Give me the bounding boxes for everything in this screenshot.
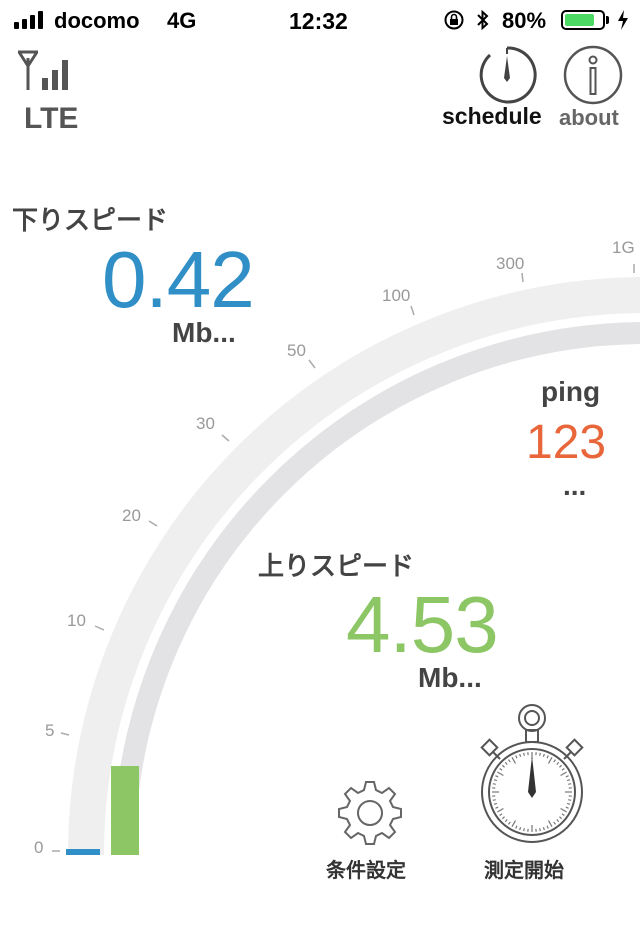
stopwatch-tick — [501, 764, 505, 768]
stopwatch-tick — [499, 768, 503, 771]
stopwatch-tick — [561, 768, 565, 771]
stopwatch-tick — [495, 775, 499, 778]
stopwatch-tick — [559, 764, 563, 768]
stopwatch-tick — [559, 816, 563, 820]
stopwatch-tick — [501, 816, 505, 820]
gauge-tick-label: 5 — [45, 721, 55, 740]
gauge-tick-label: 0 — [34, 838, 44, 857]
gauge-tick-label: 50 — [287, 341, 306, 360]
settings-button[interactable]: 条件設定 — [318, 772, 422, 884]
stopwatch-tick — [568, 783, 572, 785]
stopwatch-tick — [542, 827, 545, 831]
stopwatch-tick — [553, 759, 556, 763]
gauge-tick-label: 300 — [496, 254, 525, 273]
gauge-tick-label: 20 — [122, 506, 141, 525]
stopwatch-tick — [547, 820, 553, 827]
stopwatch-tick — [523, 828, 525, 832]
stopwatch-tick — [547, 757, 553, 764]
stopwatch-tick — [539, 828, 541, 832]
gear-icon — [338, 781, 402, 845]
stopwatch-tick — [499, 813, 503, 816]
upload-speed-value: 4.53 — [346, 580, 499, 669]
download-gauge-fill — [66, 849, 100, 855]
stopwatch-tick — [523, 752, 525, 756]
stopwatch-tick — [504, 819, 508, 823]
download-speed-value: 0.42 — [102, 235, 255, 324]
stopwatch-tick — [511, 820, 517, 827]
stopwatch-tick — [546, 825, 549, 829]
stopwatch-tick — [567, 779, 571, 782]
start-measurement-label: 測定開始 — [484, 860, 564, 882]
stopwatch-tick — [508, 821, 511, 825]
stopwatch-tick — [493, 779, 497, 782]
stopwatch-tick — [556, 819, 560, 823]
gauge-tick-label: 1G — [612, 238, 635, 257]
stopwatch-tick — [497, 807, 504, 813]
gauge-tick-label: 30 — [196, 414, 215, 433]
stopwatch-tick — [539, 752, 541, 756]
upload-unit: Mb... — [418, 662, 482, 693]
settings-label: 条件設定 — [326, 860, 406, 882]
gauge-tick-label: 100 — [382, 286, 411, 305]
stopwatch-tick — [492, 783, 496, 785]
stopwatch-tick — [561, 813, 565, 816]
stopwatch-tick — [508, 759, 511, 763]
ping-label: ping — [541, 376, 601, 407]
stopwatch-tick — [519, 827, 522, 831]
stopwatch-tick — [567, 802, 571, 805]
stopwatch-tick — [565, 775, 569, 778]
download-label: 下りスピード — [12, 205, 169, 235]
stopwatch-tick — [568, 799, 572, 801]
stopwatch-tick — [519, 753, 522, 757]
stopwatch-icon — [480, 704, 584, 843]
stopwatch-tick — [493, 802, 497, 805]
download-unit: Mb... — [172, 317, 236, 348]
stopwatch-tick — [546, 755, 549, 759]
stopwatch-tick — [511, 757, 517, 764]
stopwatch-tick — [542, 753, 545, 757]
stopwatch-tick — [556, 761, 560, 765]
stopwatch-tick — [497, 771, 504, 777]
stopwatch-tick — [495, 806, 499, 809]
ping-value: 123 — [526, 416, 607, 469]
gauge-tick-label: 10 — [67, 611, 86, 630]
start-measurement-button[interactable]: 測定開始 — [470, 700, 594, 884]
stopwatch-tick — [560, 771, 567, 777]
stopwatch-tick — [560, 807, 567, 813]
stopwatch-tick — [553, 821, 556, 825]
stopwatch-tick — [504, 761, 508, 765]
stopwatch-tick — [565, 806, 569, 809]
stopwatch-tick — [515, 825, 518, 829]
stopwatch-tick — [492, 799, 496, 801]
stopwatch-tick — [515, 755, 518, 759]
ping-unit: ... — [563, 470, 587, 501]
upload-label: 上りスピード — [258, 551, 415, 581]
upload-gauge-fill — [111, 766, 139, 855]
